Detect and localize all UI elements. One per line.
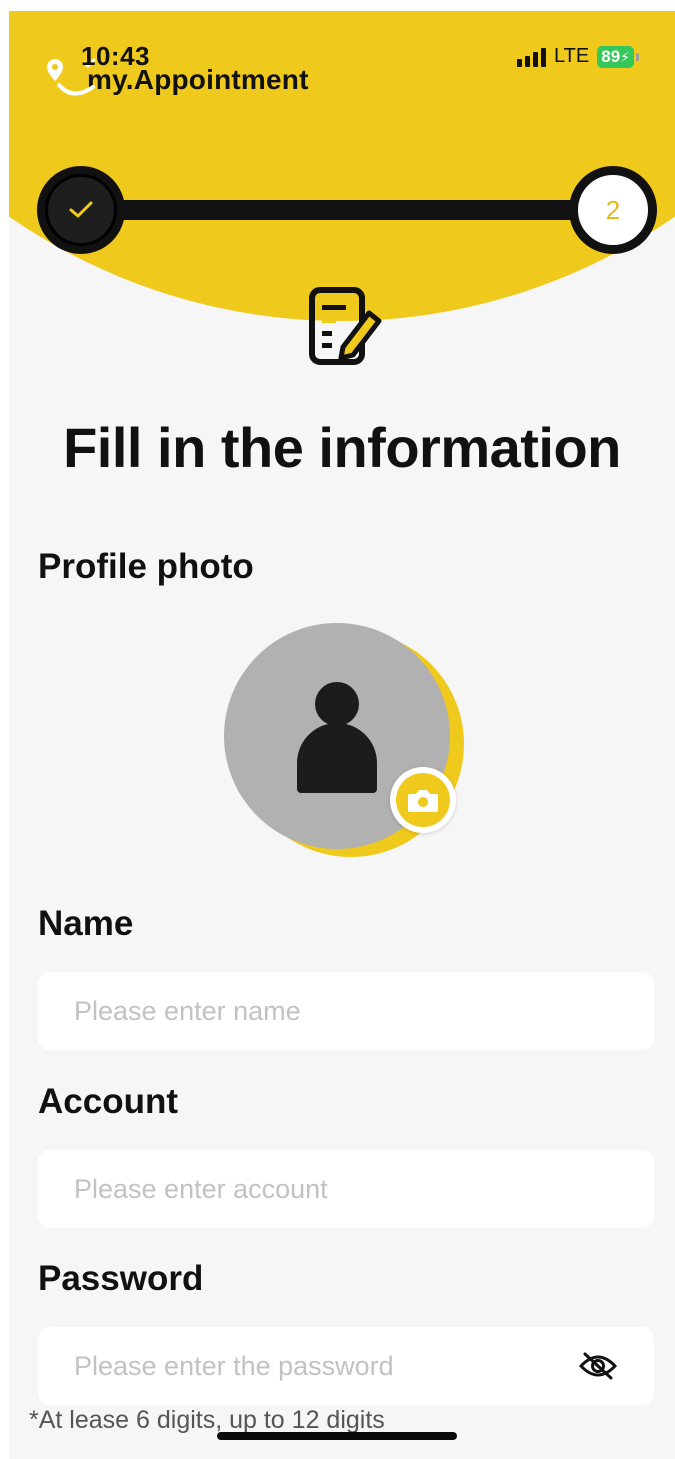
account-label: Account (38, 1082, 178, 1121)
password-label: Password (38, 1259, 204, 1298)
eye-off-icon (578, 1352, 618, 1380)
battery-level: 89⚡ (597, 45, 634, 68)
status-indicators: LTE 89⚡ (517, 45, 639, 68)
page-title: Fill in the information (63, 416, 621, 479)
edit-form-icon (307, 285, 383, 369)
stepper-track (77, 200, 617, 220)
progress-stepper: 2 (37, 166, 657, 256)
check-icon (69, 201, 93, 218)
account-field-container[interactable] (38, 1150, 654, 1228)
step-2-number: 2 (605, 194, 621, 225)
password-hint: *At lease 6 digits, up to 12 digits (29, 1406, 385, 1434)
step-2-current: 2 (569, 166, 657, 254)
password-field-container[interactable] (38, 1327, 654, 1405)
name-field-container[interactable] (38, 972, 654, 1050)
signal-icon (517, 47, 547, 67)
camera-icon (408, 790, 438, 812)
password-visibility-toggle[interactable] (576, 1351, 620, 1381)
app-logo: my.Appointment (37, 55, 309, 105)
step-1-completed (37, 166, 125, 254)
status-time: 10:43 (81, 41, 150, 71)
battery-icon: 89⚡ (597, 45, 639, 68)
name-label: Name (38, 904, 134, 943)
camera-button[interactable] (390, 767, 456, 833)
account-input[interactable] (72, 1172, 620, 1206)
home-indicator[interactable] (217, 1432, 457, 1440)
profile-photo-picker[interactable] (224, 623, 464, 863)
password-input[interactable] (72, 1349, 576, 1383)
profile-photo-label: Profile photo (38, 547, 254, 586)
app-screen: my.Appointment 10:43 LTE 89⚡ 2 Fill in t… (9, 11, 675, 1459)
network-type: LTE (554, 45, 590, 67)
name-input[interactable] (72, 994, 620, 1028)
